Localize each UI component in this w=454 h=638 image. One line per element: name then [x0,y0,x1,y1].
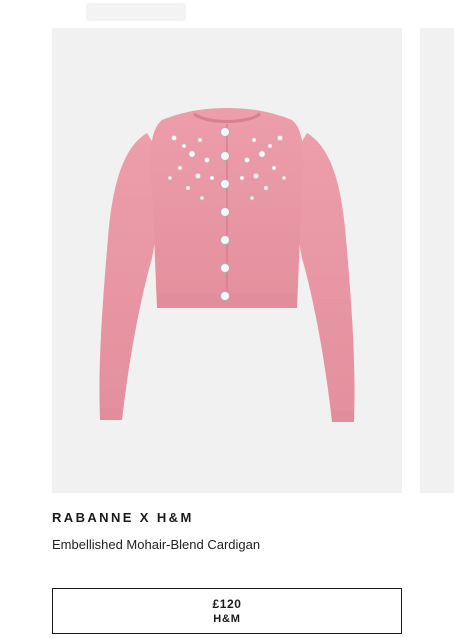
cardigan-illustration [99,108,355,422]
price-retailer-button[interactable]: £120 H&M [52,588,402,634]
next-product-image-edge[interactable] [420,28,454,493]
faded-header-text [86,3,186,21]
product-image[interactable] [52,28,402,493]
product-name[interactable]: Embellished Mohair-Blend Cardigan [52,537,260,552]
retailer-name: H&M [213,612,241,625]
product-brand: RABANNE X H&M [52,510,194,525]
product-price: £120 [212,596,242,611]
